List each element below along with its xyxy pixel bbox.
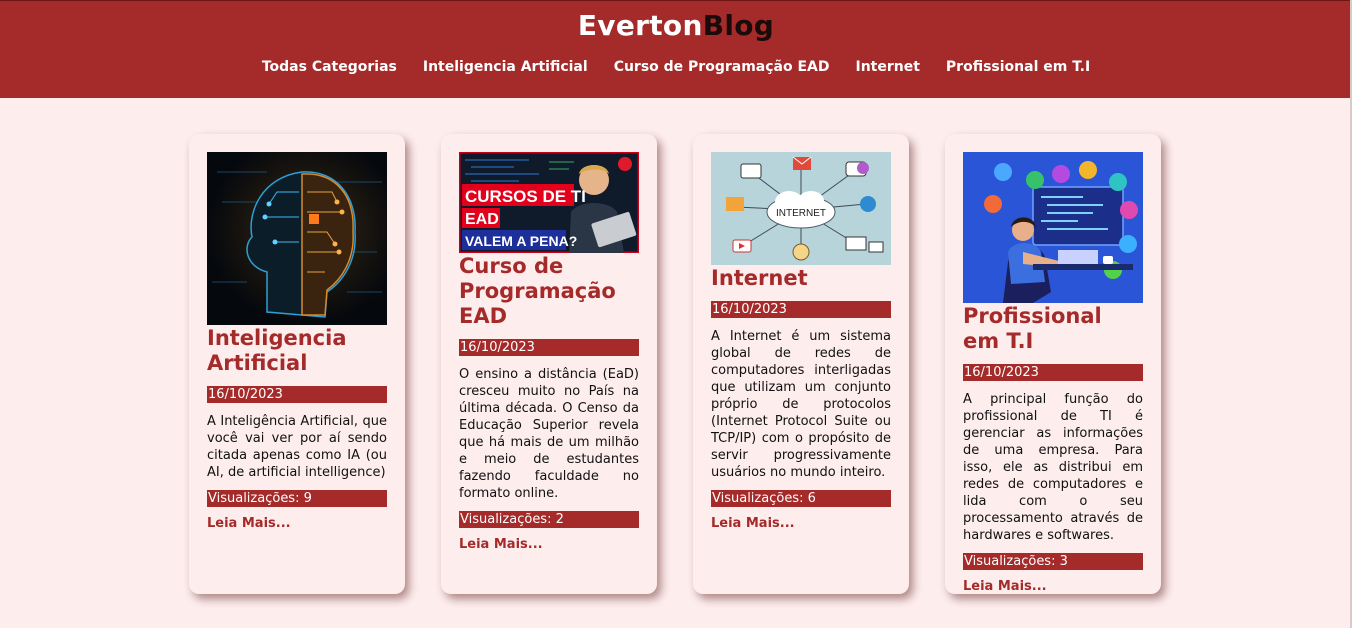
thumbnail-text-line2: EAD — [465, 211, 499, 228]
view-count: Visualizações: 9 — [207, 490, 387, 507]
cursos-de-ti-thumbnail-image[interactable]: CURSOS DE TI EAD VALEM A PENA? — [459, 152, 639, 253]
post-date: 16/10/2023 — [207, 386, 387, 403]
nav-link-all-categories[interactable]: Todas Categorias — [262, 59, 397, 75]
post-excerpt: A Inteligência Artificial, que você vai … — [207, 414, 387, 480]
nav-link-it-professional[interactable]: Profissional em T.I — [946, 59, 1090, 75]
ai-head-circuit-image[interactable] — [207, 152, 387, 325]
nav-link-programming-course[interactable]: Curso de Programação EAD — [614, 59, 830, 75]
read-more-link[interactable]: Leia Mais... — [711, 516, 891, 531]
nav-link-internet[interactable]: Internet — [856, 59, 920, 75]
nav-link-ai[interactable]: Inteligencia Artificial — [423, 59, 588, 75]
view-count: Visualizações: 6 — [711, 490, 891, 507]
post-card-internet: INTERNET Internet 16/10/2023 A Internet … — [693, 134, 909, 594]
thumbnail-text-line1: CURSOS DE TI — [465, 187, 586, 206]
cloud-label: INTERNET — [776, 208, 826, 219]
site-header: EvertonBlog Todas Categorias Inteligenci… — [0, 0, 1352, 98]
view-count: Visualizações: 3 — [963, 553, 1143, 570]
post-excerpt: A Internet é um sistema global de redes … — [711, 329, 891, 480]
post-title[interactable]: Inteligencia Artificial — [207, 326, 387, 376]
post-date: 16/10/2023 — [459, 339, 639, 356]
internet-network-diagram-image[interactable]: INTERNET — [711, 152, 891, 265]
thumbnail-text-line3: VALEM A PENA? — [465, 233, 577, 249]
read-more-link[interactable]: Leia Mais... — [207, 516, 387, 531]
post-excerpt: A principal função do profissional de TI… — [963, 392, 1143, 543]
post-title[interactable]: Curso de Programação EAD — [459, 254, 639, 329]
post-title[interactable]: Internet — [711, 266, 891, 291]
post-card-ai: Inteligencia Artificial 16/10/2023 A Int… — [189, 134, 405, 594]
post-date: 16/10/2023 — [963, 364, 1143, 381]
post-card-programming-course: CURSOS DE TI EAD VALEM A PENA? Curso de … — [441, 134, 657, 594]
site-logo[interactable]: EvertonBlog — [0, 9, 1352, 42]
post-card-it-professional: Profissional em T.I 16/10/2023 A princip… — [945, 134, 1161, 594]
post-title[interactable]: Profissional em T.I — [963, 304, 1143, 354]
read-more-link[interactable]: Leia Mais... — [459, 537, 639, 552]
post-date: 16/10/2023 — [711, 301, 891, 318]
view-count: Visualizações: 2 — [459, 511, 639, 528]
developer-at-desk-image[interactable] — [963, 152, 1143, 303]
post-excerpt: O ensino a distância (EaD) cresceu muito… — [459, 367, 639, 501]
category-nav: Todas Categorias Inteligencia Artificial… — [0, 59, 1352, 75]
read-more-link[interactable]: Leia Mais... — [963, 579, 1143, 594]
